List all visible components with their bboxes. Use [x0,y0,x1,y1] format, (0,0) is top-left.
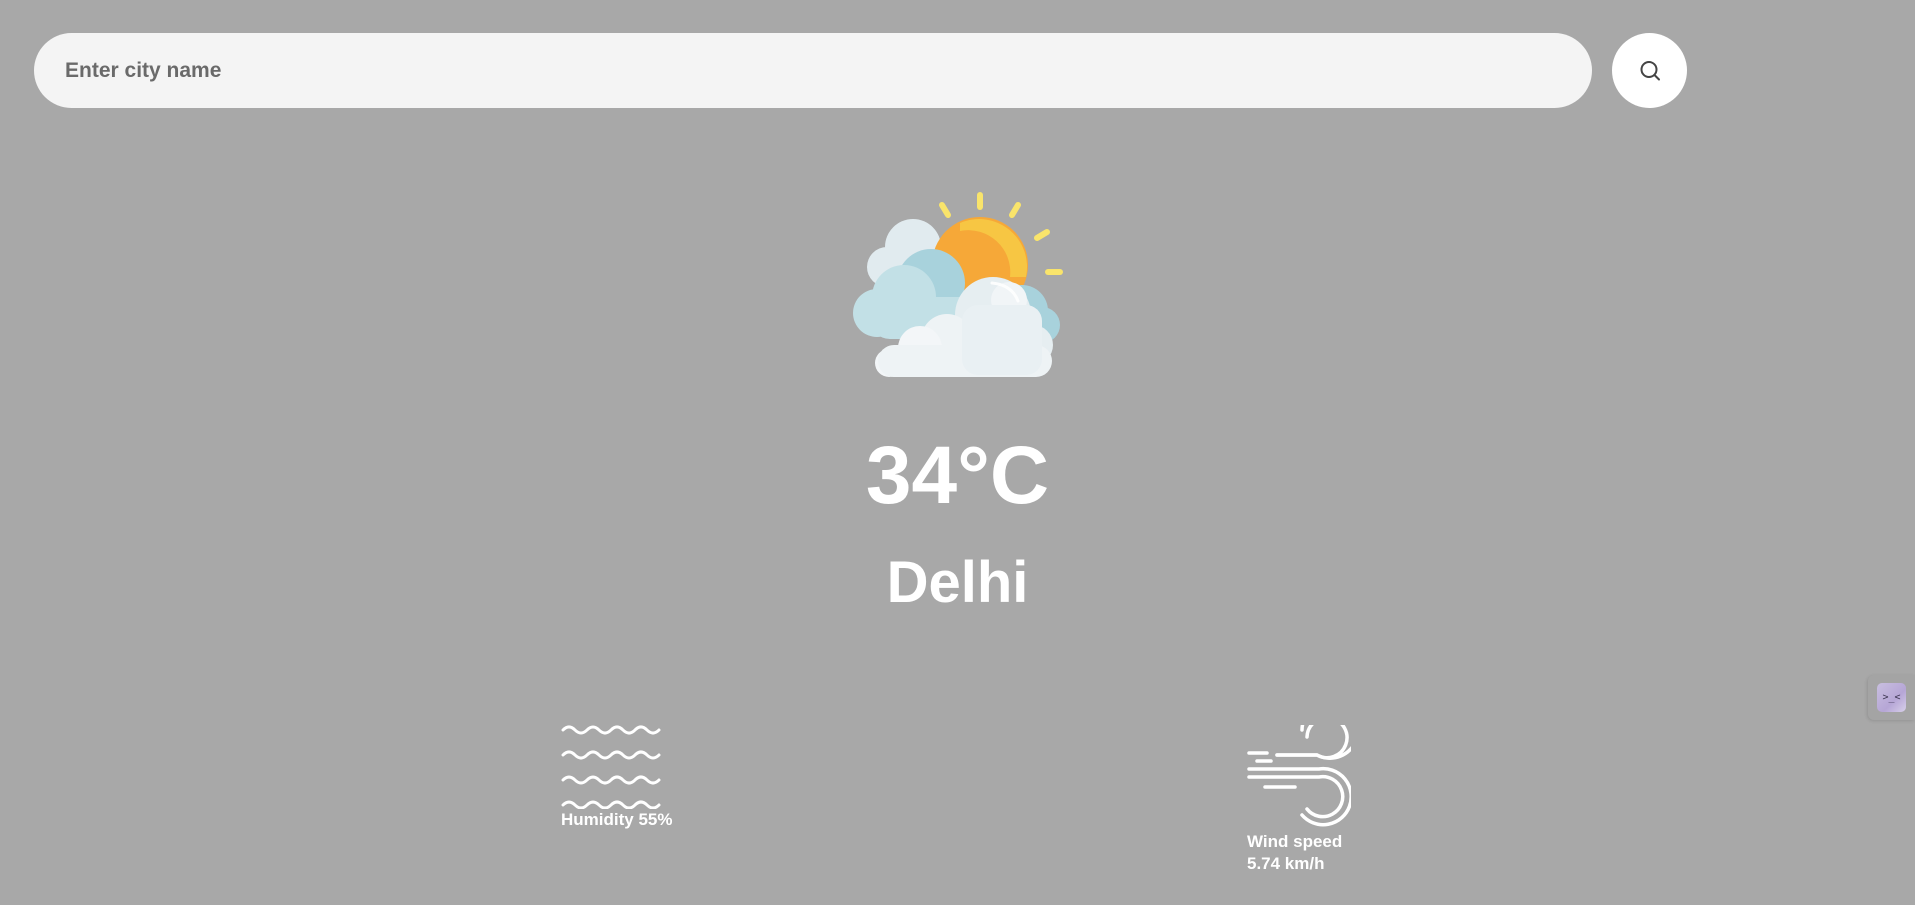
wind-panel: Wind speed 5.74 km/h [1247,725,1351,875]
search-button[interactable] [1612,33,1687,108]
search-icon [1638,59,1662,83]
wind-icon [1247,725,1351,827]
city-search-input[interactable] [34,33,1592,108]
humidity-waves-icon [561,725,672,809]
humidity-panel: Humidity 55% [561,725,672,831]
assistant-face-icon: >_< [1877,683,1906,712]
humidity-label: Humidity 55% [561,810,673,829]
wind-speed-value: 5.74 km/h [1247,854,1325,873]
temperature-display: 34°C [865,430,1050,521]
side-assistant-widget[interactable]: >_< [1868,675,1915,720]
partly-cloudy-sun-icon [842,185,1072,385]
weather-app: 34°C Delhi Humidity 55% [0,0,1915,905]
city-name: Delhi [886,550,1029,615]
wind-speed-title: Wind speed [1247,832,1343,851]
